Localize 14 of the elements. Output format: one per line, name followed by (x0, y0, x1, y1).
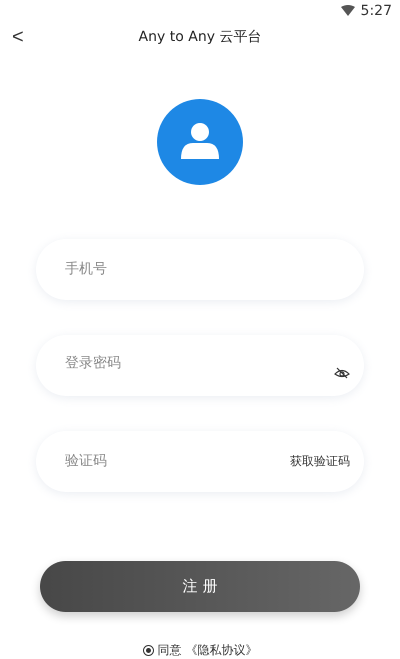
register-button[interactable]: 注 册 (40, 560, 360, 612)
password-field[interactable]: 登录密码 (63, 354, 326, 372)
phone-field[interactable]: 手机号 (63, 260, 350, 278)
agree-label: 同意 (158, 642, 182, 659)
wifi-icon (340, 5, 355, 16)
get-code-button[interactable]: 获取验证码 (290, 452, 350, 470)
status-time: 5:27 (360, 2, 392, 19)
agree-radio[interactable] (142, 645, 154, 656)
privacy-link[interactable]: 《隐私协议》 (186, 642, 258, 659)
avatar-icon (157, 98, 243, 185)
page-title: Any to Any 云平台 (138, 28, 262, 46)
back-button[interactable]: < (8, 26, 28, 49)
code-field[interactable]: 验证码 (63, 452, 282, 470)
eye-off-icon[interactable] (334, 367, 350, 380)
